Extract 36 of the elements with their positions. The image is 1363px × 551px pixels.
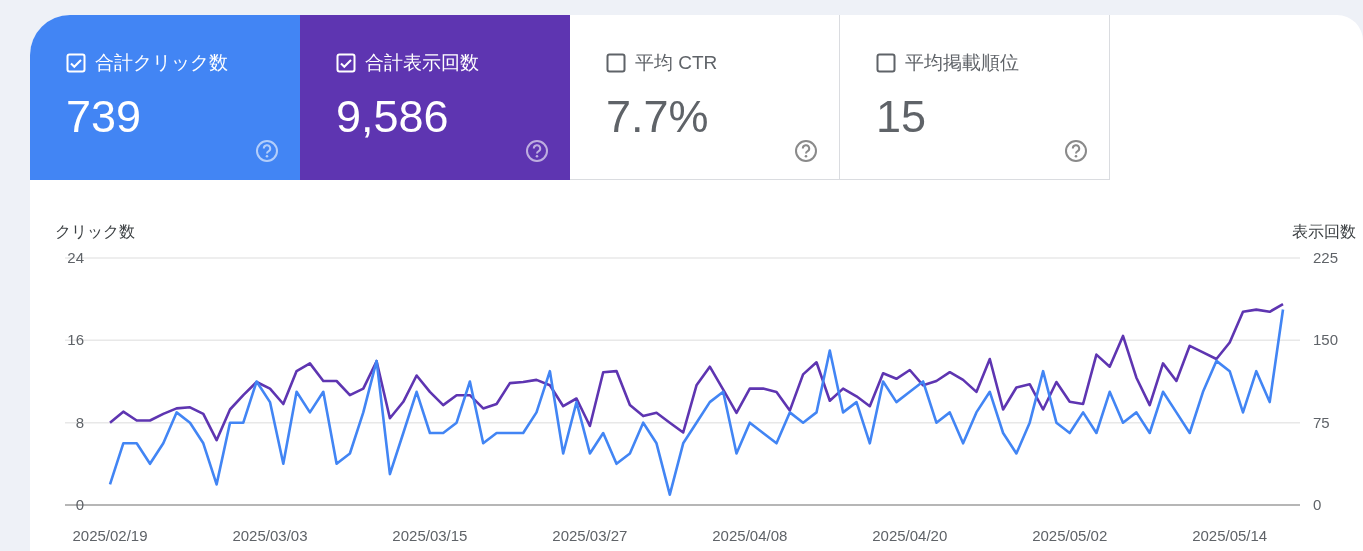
metric-card[interactable]: 合計表示回数 9,586: [300, 15, 570, 180]
axis-tick-label: 8: [75, 413, 84, 431]
axis-tick-label: 0: [75, 496, 84, 513]
metric-value: 739: [66, 92, 143, 142]
metric-label: 平均掲載順位: [905, 51, 1019, 75]
metric-value: 15: [876, 92, 928, 142]
date-tick-label: 2025/04/20: [872, 527, 948, 544]
axis-tick-label: 0: [1313, 496, 1322, 513]
axis-tick-label: 225: [1313, 249, 1339, 266]
axis-tick-label: 24: [67, 249, 84, 266]
checkbox-icon[interactable]: [876, 53, 896, 73]
help-icon[interactable]: [1064, 139, 1088, 163]
axis-tick-label: 150: [1313, 331, 1339, 349]
date-tick-label: 2025/04/08: [712, 527, 788, 544]
axis-title: クリック数: [55, 223, 135, 240]
metric-card[interactable]: 平均 CTR 7.7%: [570, 15, 840, 180]
checkbox-icon[interactable]: [606, 53, 626, 73]
date-tick-label: 2025/03/27: [552, 527, 628, 544]
metric-label: 合計クリック数: [95, 51, 228, 75]
axis-title: 表示回数: [1292, 223, 1356, 240]
help-icon[interactable]: [794, 139, 818, 163]
metric-card[interactable]: 平均掲載順位 15: [840, 15, 1110, 180]
metric-label: 平均 CTR: [635, 51, 718, 75]
checked-checkbox-icon[interactable]: [336, 53, 356, 73]
date-tick-label: 2025/02/19: [72, 527, 148, 544]
date-tick-label: 2025/03/15: [392, 527, 468, 544]
metric-label: 合計表示回数: [365, 51, 479, 75]
metric-card[interactable]: 合計クリック数 739: [30, 15, 300, 180]
date-tick-label: 2025/05/14: [1192, 527, 1268, 544]
axis-tick-label: 16: [67, 331, 84, 349]
date-tick-label: 2025/03/03: [232, 527, 308, 544]
date-tick-label: 2025/05/02: [1032, 527, 1108, 544]
metric-value: 9,586: [336, 92, 450, 142]
axis-tick-label: 75: [1313, 413, 1330, 431]
metric-value: 7.7%: [606, 92, 710, 142]
checked-checkbox-icon[interactable]: [66, 53, 86, 73]
